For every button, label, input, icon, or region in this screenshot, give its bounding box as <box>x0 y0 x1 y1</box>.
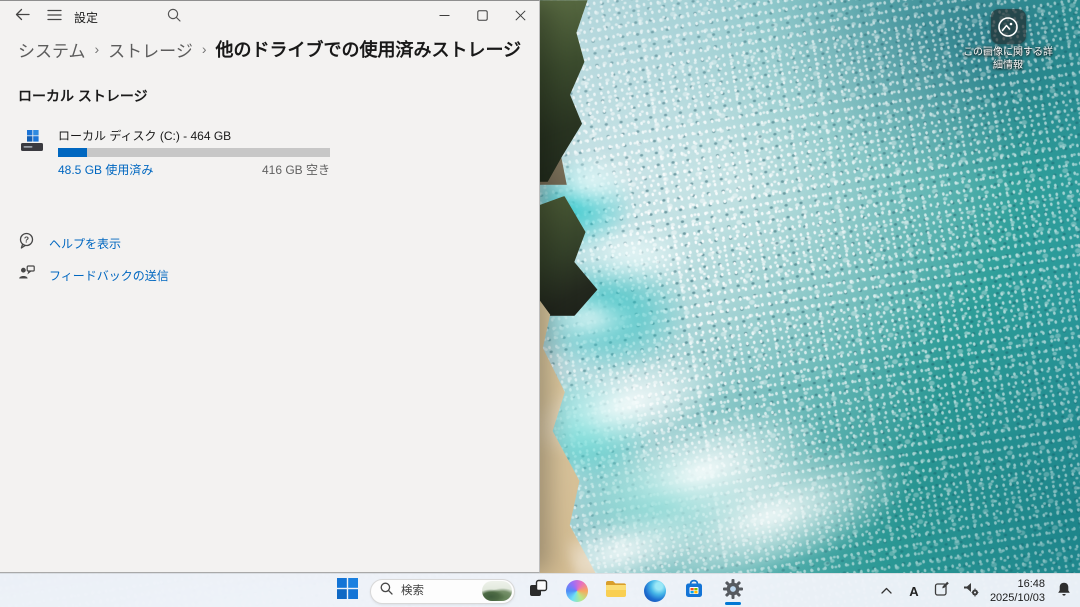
settings-gear-icon <box>722 578 744 605</box>
breadcrumb-separator: › <box>202 41 207 57</box>
search-input[interactable] <box>399 584 477 598</box>
task-view-button[interactable] <box>522 576 554 606</box>
window-title: 設定 <box>74 9 98 26</box>
bell-icon <box>1056 581 1072 602</box>
chevron-up-icon <box>880 582 893 600</box>
storage-bar <box>58 148 330 157</box>
edge-icon <box>644 580 666 602</box>
close-icon <box>515 8 526 26</box>
windows-logo-icon <box>337 578 358 604</box>
storage-bar-fill <box>58 148 87 157</box>
start-button[interactable] <box>331 576 363 606</box>
maximize-button[interactable] <box>463 1 501 33</box>
taskbar-clock[interactable]: 16:48 2025/10/03 <box>990 577 1045 606</box>
sound-settings-button[interactable] <box>961 577 981 605</box>
file-explorer-button[interactable] <box>600 576 632 606</box>
settings-window: 設定 <box>0 0 540 573</box>
help-link-label: ヘルプを表示 <box>49 235 121 252</box>
section-title: ローカル ストレージ <box>18 86 539 106</box>
free-space-label: 416 GB 空き <box>262 161 330 178</box>
back-button[interactable] <box>6 2 38 32</box>
microsoft-store-icon <box>683 578 705 605</box>
minimize-icon <box>439 8 450 26</box>
file-explorer-icon <box>605 579 627 603</box>
taskbar-center <box>331 574 749 607</box>
spotlight-desktop-icon[interactable]: この画像に関する詳細情報 <box>962 9 1054 72</box>
page-title: 他のドライブでの使用済みストレージ <box>216 36 522 62</box>
breadcrumb-system[interactable]: システム <box>18 37 86 62</box>
help-link[interactable]: ? ヘルプを表示 <box>18 232 539 254</box>
drive-label[interactable]: ローカル ディスク (C:) - 464 GB <box>58 127 330 144</box>
settings-search-button[interactable] <box>158 2 190 32</box>
drive-usage: 48.5 GB 使用済み 416 GB 空き <box>58 161 330 178</box>
feedback-icon <box>18 264 35 286</box>
taskbar: A <box>0 573 1080 607</box>
pen-device-icon <box>934 581 950 602</box>
copilot-button[interactable] <box>561 576 593 606</box>
search-icon <box>380 582 393 600</box>
breadcrumb-separator: › <box>95 41 100 57</box>
spotlight-label: この画像に関する詳細情報 <box>962 47 1054 72</box>
picture-icon <box>991 9 1026 44</box>
footer-links: ? ヘルプを表示 フィードバックの送信 <box>18 232 539 286</box>
help-icon: ? <box>18 232 35 254</box>
copilot-icon <box>566 580 588 602</box>
system-tray: A <box>878 574 1074 607</box>
titlebar: 設定 <box>0 1 539 33</box>
screen: この画像に関する詳細情報 設定 <box>0 0 1080 607</box>
task-view-icon <box>529 579 548 603</box>
tray-overflow-button[interactable] <box>878 577 896 605</box>
active-app-indicator <box>725 602 741 605</box>
navigation-menu-button[interactable] <box>38 2 70 32</box>
back-icon <box>15 8 30 26</box>
feedback-link-label: フィードバックの送信 <box>49 267 169 284</box>
taskbar-search-box[interactable] <box>370 579 515 604</box>
drive-row: ローカル ディスク (C:) - 464 GB 48.5 GB 使用済み 416… <box>20 127 539 178</box>
microsoft-store-button[interactable] <box>678 576 710 606</box>
speaker-settings-icon <box>963 581 979 602</box>
edge-button[interactable] <box>639 576 671 606</box>
pen-device-button[interactable] <box>932 577 952 605</box>
ime-mode-label: A <box>909 584 918 599</box>
breadcrumb: システム › ストレージ › 他のドライブでの使用済みストレージ <box>0 33 539 62</box>
notification-center-button[interactable] <box>1054 577 1074 605</box>
svg-text:?: ? <box>24 234 29 244</box>
local-disk-icon <box>20 128 46 154</box>
close-button[interactable] <box>501 1 539 33</box>
drive-info: ローカル ディスク (C:) - 464 GB 48.5 GB 使用済み 416… <box>58 127 330 178</box>
minimize-button[interactable] <box>425 1 463 33</box>
breadcrumb-storage[interactable]: ストレージ <box>108 37 193 62</box>
maximize-icon <box>477 8 488 26</box>
caption-buttons <box>425 1 539 33</box>
clock-date: 2025/10/03 <box>990 591 1045 605</box>
clock-time: 16:48 <box>1017 577 1045 591</box>
search-highlight-image <box>482 581 512 601</box>
search-icon <box>167 8 181 27</box>
hamburger-icon <box>47 8 62 26</box>
ime-mode-button[interactable]: A <box>905 577 923 605</box>
settings-app-button[interactable] <box>717 576 749 606</box>
used-space-link[interactable]: 48.5 GB 使用済み <box>58 161 153 178</box>
feedback-link[interactable]: フィードバックの送信 <box>18 264 539 286</box>
